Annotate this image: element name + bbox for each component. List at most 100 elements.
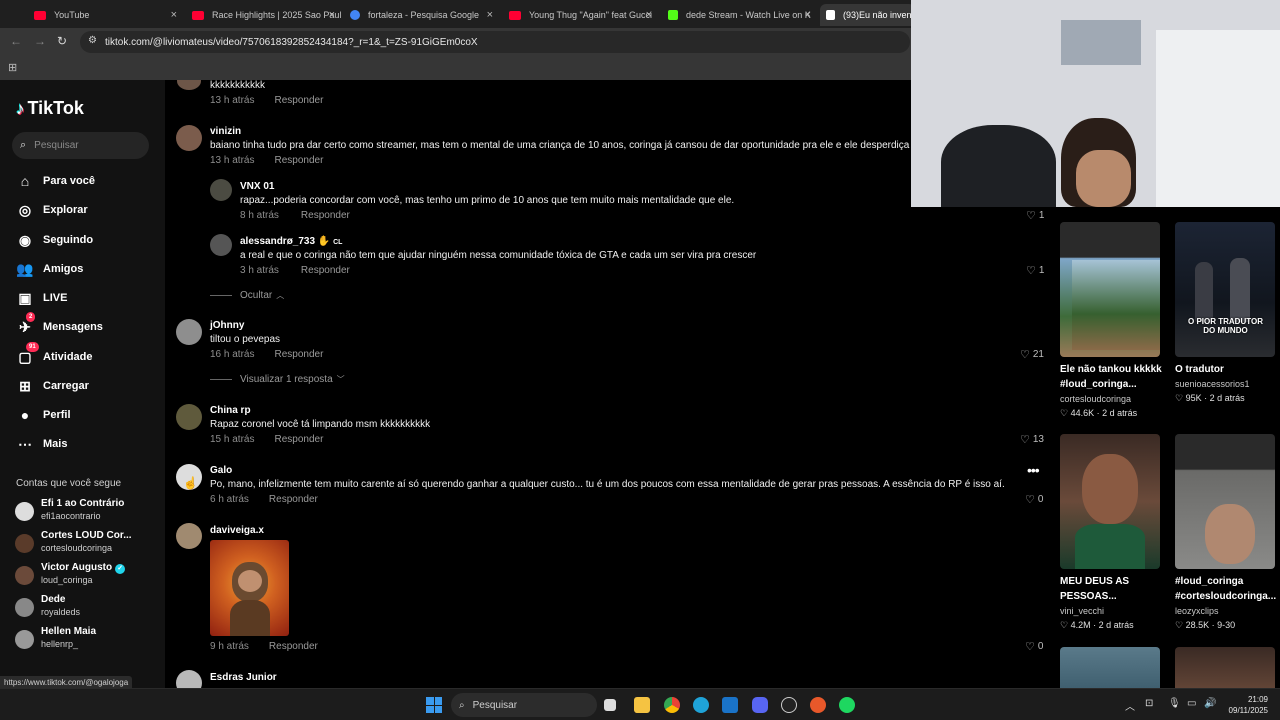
reply-username[interactable]: VNX 01 — [240, 181, 274, 192]
like-button[interactable]: ♡ 1 — [1026, 209, 1044, 222]
like-button[interactable]: ♡ 13 — [1020, 433, 1044, 446]
sidebar-item-explorar[interactable]: ◎ Explorar — [16, 200, 88, 220]
tray-app-icon[interactable]: ⊡ — [1145, 698, 1153, 709]
video-author[interactable]: leozyxclips — [1175, 606, 1219, 616]
sidebar-item-live[interactable]: ▣ LIVE — [16, 288, 67, 308]
video-title[interactable]: O tradutor — [1175, 362, 1280, 377]
gaming-chair — [941, 125, 1056, 207]
edge-icon[interactable] — [693, 697, 709, 713]
video-thumbnail[interactable] — [1060, 434, 1160, 569]
view-replies-button[interactable]: Visualizar 1 resposta ﹀ — [210, 374, 345, 385]
tab-tiktok-active[interactable]: (93)Eu não inventei — [820, 4, 915, 26]
comment-username[interactable]: daviveiga.x — [210, 525, 264, 536]
video-author[interactable]: cortesloudcoringa — [1060, 394, 1131, 404]
tray-overflow-icon[interactable]: ︿ — [1125, 698, 1135, 713]
close-tab-icon[interactable]: × — [646, 9, 652, 21]
steam-icon[interactable] — [781, 697, 797, 713]
sidebar-item-carregar[interactable]: ⊞ Carregar — [16, 376, 89, 396]
like-button[interactable]: ♡ 0 — [1025, 493, 1043, 506]
sidebar-item-para-você[interactable]: ⌂ Para você — [16, 171, 95, 191]
reply-button[interactable]: Responder — [274, 155, 323, 166]
close-tab-icon[interactable]: × — [487, 9, 493, 21]
tab-young-thug[interactable]: Young Thug "Again" feat Gucci × — [503, 4, 658, 26]
sidebar-item-atividade[interactable]: ▢ 91 Atividade — [16, 342, 93, 367]
hide-replies-button[interactable]: Ocultar ︿ — [210, 290, 284, 301]
video-thumbnail[interactable]: O PIOR TRADUTOR DO MUNDO — [1175, 222, 1275, 357]
following-account[interactable]: Hellen Maia hellenrp_ — [15, 626, 96, 650]
apps-grid-icon[interactable]: ⊞ — [8, 61, 17, 74]
sidebar-item-mensagens[interactable]: ✈ 2 Mensagens — [16, 312, 103, 337]
tiktok-logo[interactable]: ♪ TikTok — [16, 98, 84, 119]
following-account[interactable]: Efi 1 ao Contrário efi1aocontrario — [15, 498, 124, 522]
spotify-icon[interactable] — [839, 697, 855, 713]
tab-google-search[interactable]: fortaleza - Pesquisa Google × — [344, 4, 499, 26]
comment-username[interactable]: Galo — [210, 465, 232, 476]
microphone-icon[interactable]: 🎙 — [1168, 698, 1181, 709]
like-button[interactable]: ♡ 0 — [1025, 640, 1043, 653]
system-clock[interactable]: 21:09 09/11/2025 — [1229, 694, 1268, 716]
avatar[interactable] — [210, 179, 232, 201]
reply-button[interactable]: Responder — [274, 349, 323, 360]
video-author[interactable]: suenioacessorios1 — [1175, 379, 1250, 389]
sidebar-item-perfil[interactable]: ● Perfil — [16, 405, 71, 425]
reply-button[interactable]: Responder — [301, 265, 350, 276]
video-thumbnail[interactable] — [1060, 647, 1160, 688]
task-view-icon[interactable] — [604, 699, 616, 711]
video-thumbnail[interactable] — [1175, 434, 1275, 569]
video-thumbnail[interactable] — [1060, 222, 1160, 357]
tab-race-highlights[interactable]: Race Highlights | 2025 Sao Paulo × — [186, 4, 341, 26]
video-title[interactable]: #loud_coringa #cortesloudcoringa... — [1175, 574, 1280, 604]
video-thumbnail[interactable] — [1175, 647, 1275, 688]
avatar[interactable] — [176, 404, 202, 430]
reply-button[interactable]: Responder — [269, 641, 318, 652]
url-field[interactable]: ⚙ tiktok.com/@liviomateus/video/75706183… — [80, 31, 910, 53]
avatar[interactable] — [176, 523, 202, 549]
reply-button[interactable]: Responder — [274, 95, 323, 106]
sidebar-item-mais[interactable]: ⋯ Mais — [16, 434, 67, 454]
forward-icon[interactable]: → — [34, 34, 46, 48]
video-title[interactable]: Ele não tankou kkkkk #loud_coringa... — [1060, 362, 1170, 392]
reply-button[interactable]: Responder — [274, 434, 323, 445]
more-options-icon[interactable]: ••• — [1027, 462, 1040, 478]
avatar[interactable] — [177, 80, 201, 90]
tab-kick-stream[interactable]: dede Stream - Watch Live on K × — [662, 4, 817, 26]
avatar[interactable] — [176, 319, 202, 345]
close-tab-icon[interactable]: × — [805, 9, 811, 21]
search-input[interactable]: ⌕ Pesquisar — [12, 132, 149, 159]
avatar[interactable] — [210, 234, 232, 256]
comment-username[interactable]: China rp — [210, 405, 251, 416]
reply-button[interactable]: Responder — [269, 494, 318, 505]
windows-start-icon[interactable] — [426, 697, 442, 713]
close-tab-icon[interactable]: × — [171, 9, 177, 21]
like-button[interactable]: ♡ 21 — [1020, 348, 1044, 361]
avatar[interactable] — [176, 670, 202, 688]
site-info-icon[interactable]: ⚙ — [88, 35, 97, 46]
network-icon[interactable]: ▭ — [1187, 698, 1196, 709]
back-icon[interactable]: ← — [10, 34, 22, 48]
video-title[interactable]: MEU DEUS AS PESSOAS... — [1060, 574, 1170, 604]
avatar[interactable] — [176, 125, 202, 151]
following-account[interactable]: Victor Augusto ✓ loud_coringa — [15, 562, 126, 586]
file-explorer-icon[interactable] — [634, 697, 650, 713]
volume-icon[interactable]: 🔊 — [1204, 698, 1216, 709]
comment-image-sticker[interactable] — [210, 540, 289, 636]
reload-icon[interactable]: ↻ — [57, 34, 67, 48]
chrome-icon[interactable] — [664, 697, 680, 713]
reply-button[interactable]: Responder — [301, 210, 350, 221]
comment-username[interactable]: Esdras Junior — [210, 672, 277, 683]
sidebar-item-amigos[interactable]: 👥 Amigos — [16, 259, 83, 279]
outlook-icon[interactable] — [722, 697, 738, 713]
sidebar-item-seguindo[interactable]: ◉ Seguindo — [16, 230, 93, 250]
tab-youtube[interactable]: YouTube × — [28, 4, 183, 26]
taskbar-search[interactable]: ⌕ Pesquisar — [451, 693, 597, 717]
app-icon[interactable] — [810, 697, 826, 713]
video-author[interactable]: vini_vecchi — [1060, 606, 1104, 616]
close-tab-icon[interactable]: × — [329, 9, 335, 21]
following-account[interactable]: Cortes LOUD Cor... cortesloudcoringa — [15, 530, 132, 554]
like-button[interactable]: ♡ 1 — [1026, 264, 1044, 277]
reply-username[interactable]: alessandrø_733 ✋ CL — [240, 236, 342, 247]
comment-username[interactable]: vinizin — [210, 126, 241, 137]
discord-icon[interactable] — [752, 697, 768, 713]
following-account[interactable]: Dede royaldeds — [15, 594, 80, 618]
comment-username[interactable]: jOhnny — [210, 320, 244, 331]
